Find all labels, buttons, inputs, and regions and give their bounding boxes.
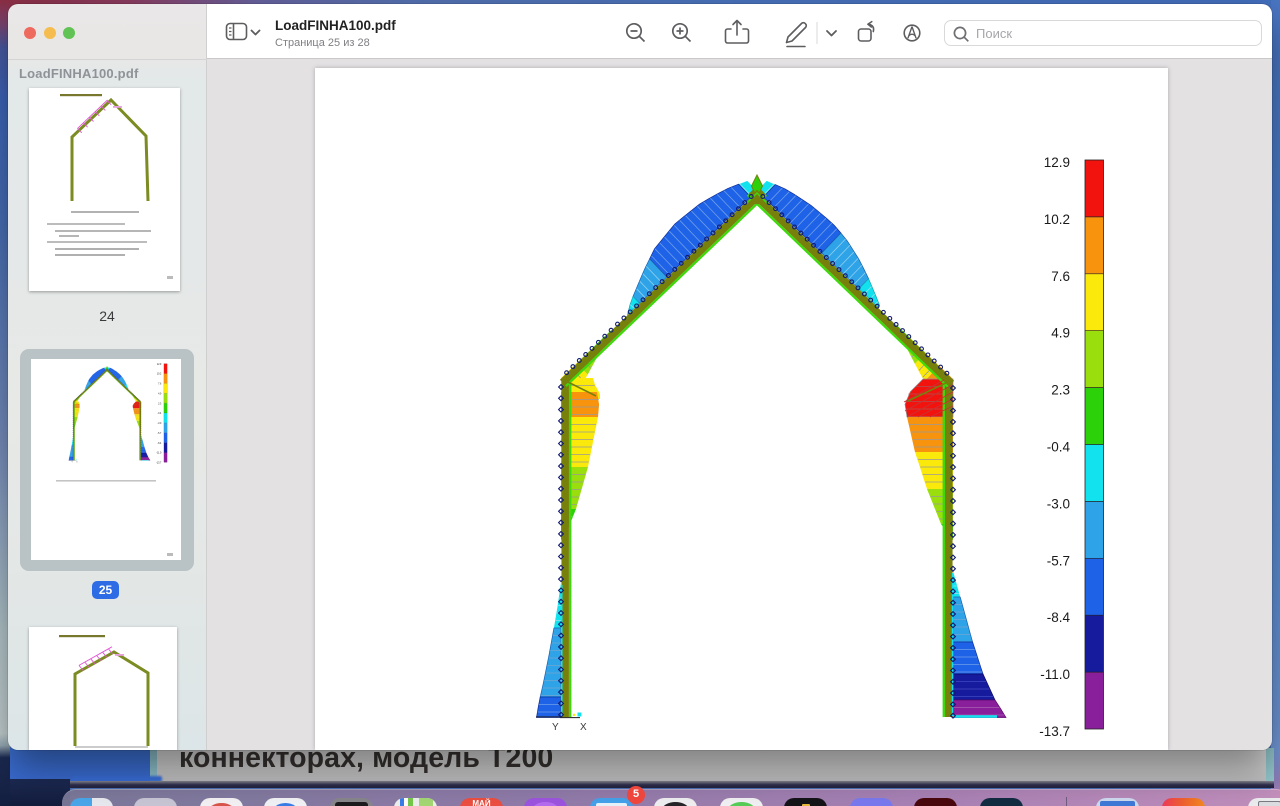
svg-text:10.2: 10.2 (1044, 212, 1070, 227)
svg-text:-8.4: -8.4 (1047, 610, 1071, 625)
svg-text:4.9: 4.9 (1051, 326, 1070, 341)
svg-text:-0.4: -0.4 (1047, 440, 1071, 455)
svg-text:2.3: 2.3 (1051, 383, 1070, 398)
svg-text:12.9: 12.9 (1044, 155, 1070, 170)
svg-text:7.6: 7.6 (1051, 269, 1070, 284)
svg-text:Y: Y (552, 722, 559, 733)
svg-text:-11.0: -11.0 (1040, 667, 1070, 682)
svg-text:X: X (580, 722, 587, 733)
svg-text:-3.0: -3.0 (1047, 496, 1070, 511)
svg-text:-5.7: -5.7 (1047, 553, 1070, 568)
svg-text:-13.7: -13.7 (1039, 724, 1070, 739)
